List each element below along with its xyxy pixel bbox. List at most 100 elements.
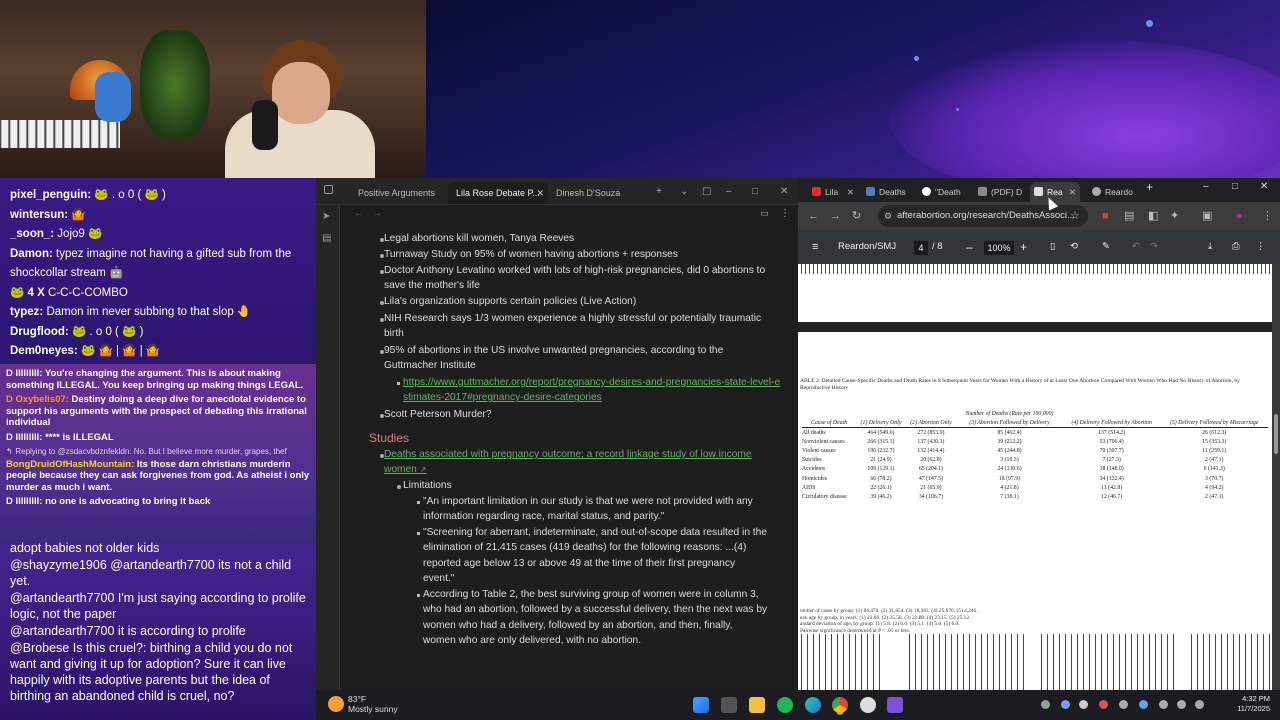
tray-icon[interactable] [1079,700,1088,709]
tray-icon[interactable] [1061,700,1070,709]
chat-message: D lllllllll: no one is advocating to bri… [6,496,310,508]
table-col-spacer [1160,410,1268,419]
tab-lila-rose-debate[interactable]: Lila Rose Debate P... ✕ [448,182,548,204]
chevron-down-icon[interactable]: ⌄ [680,178,688,205]
bullet-icon [397,485,401,489]
volume-icon[interactable] [1177,700,1186,709]
undo-icon[interactable]: ↶ [1132,230,1140,264]
extension-icon[interactable]: ■ [1102,202,1109,230]
hamburger-menu-icon[interactable]: ≡ [812,230,818,264]
close-window-icon[interactable]: ✕ [1260,181,1268,192]
weather-widget[interactable]: 83°F Mostly sunny [348,694,398,714]
app-icon[interactable] [860,697,876,713]
files-icon[interactable]: ▤ [322,233,331,244]
extension-icon[interactable]: ◧ [1148,202,1158,230]
minimize-icon[interactable]: – [726,178,732,205]
close-window-icon[interactable]: ✕ [780,178,788,205]
task-view-icon[interactable] [721,697,737,713]
quote-item: "Screening for aberrant, indeterminate, … [423,527,767,584]
note-list-item: NIH Research says 1/3 women experience a… [384,313,762,340]
download-icon[interactable]: ⤓ [1208,230,1212,264]
redo-icon[interactable]: ↷ [1150,230,1158,264]
guttmacher-link[interactable]: https://www.guttmacher.org/report/pregna… [403,375,783,406]
menu-icon[interactable]: ⋮ [1262,202,1273,230]
reply-icon: ↰ [6,447,13,456]
chat-message: @artandearth7700 it is according to prol… [10,623,308,639]
tray-icon[interactable] [1119,700,1128,709]
page-total: / 8 [932,241,943,252]
site-info-icon[interactable]: ⚙ [884,205,892,227]
wifi-icon[interactable] [1159,700,1168,709]
forward-arrow-icon[interactable]: → [830,202,841,230]
annotate-icon[interactable]: ✎ [1102,230,1110,264]
sidebar-toggle-icon[interactable] [324,185,333,194]
webcam-feed [0,0,426,178]
close-tab-icon[interactable]: ✕ [847,182,854,202]
chat-overlay: pixel_penguin: 🐸 . o 0 ( 🐸 ) wintersun: … [0,178,316,720]
edge-icon[interactable] [805,697,821,713]
pdf-scrollbar[interactable] [1272,264,1280,690]
browser-tab[interactable]: (PDF) D [974,182,1026,202]
bookmark-star-icon[interactable]: ☆ [1070,202,1080,230]
table-row: Circulatory disease 39 (46.2) 34 (106.7) 7 … [802,492,1268,501]
navigate-icon[interactable]: ➤ [322,211,330,222]
close-tab-icon[interactable]: ✕ [536,182,544,204]
tray-icon[interactable] [1099,700,1108,709]
tab-label: Reardo [1105,187,1133,197]
back-arrow-icon[interactable]: ← [808,202,819,230]
table-col-spacer [906,410,956,419]
chat-text: Damon im never subbing to that slop 🤚 [46,306,252,318]
fit-page-icon[interactable]: ▯ [1050,230,1055,264]
browser-tab[interactable]: Lila ✕ [808,182,858,202]
address-bar[interactable]: ⚙ afterabortion.org/research/DeathsAssoc… [878,205,1088,227]
avatar[interactable]: ● [1236,202,1243,230]
clock[interactable]: 4:32 PM 11/7/2025 [1237,694,1270,714]
maximize-icon[interactable]: □ [752,178,758,205]
note-list-item: Turnaway Study on 95% of women having ab… [384,249,678,260]
minimize-icon[interactable]: – [1203,181,1209,192]
obsidian-icon[interactable] [887,697,903,713]
study-link[interactable]: Deaths associated with pregnancy outcome… [384,447,759,478]
chat-message: pixel_penguin: 🐸 . o 0 ( 🐸 ) [10,186,308,206]
file-explorer-icon[interactable] [749,697,765,713]
reload-icon[interactable]: ↻ [852,202,861,230]
zoom-level-input[interactable]: 100% [984,241,1014,255]
tray-icon[interactable] [1041,700,1050,709]
browser-tab[interactable]: Deaths [862,182,914,202]
page-number-input[interactable]: 4 [914,241,928,255]
extension-icon[interactable]: ▤ [1124,202,1134,230]
scrollbar-thumb[interactable] [1274,414,1278,454]
table-cell: 53 (706.4) [1099,438,1124,445]
browser-tab[interactable]: "Death [918,182,970,202]
table-cell: Circulatory disease [802,493,847,500]
spotify-icon[interactable] [777,697,793,713]
zoom-in-icon[interactable]: + [1020,230,1027,264]
tab-search-icon[interactable]: ▣ [1202,202,1212,230]
pdf-viewer[interactable]: ABLE 2. Detailed Cause-Specific Deaths a… [798,264,1280,690]
back-arrow-icon[interactable]: ← [354,208,364,219]
table-cell: All deaths [802,429,826,436]
more-options-icon[interactable]: ⋮ [1256,230,1266,264]
chat-text: 🐸 . o 0 ( 🐸 ) [71,325,144,338]
tab-positive-arguments[interactable]: Positive Arguments [350,182,446,204]
zoom-out-icon[interactable]: – [966,230,973,264]
reading-mode-icon[interactable]: ▭ [760,208,769,219]
more-options-icon[interactable]: ⋮ [780,208,790,219]
browser-tab[interactable]: Reardo [1088,182,1146,202]
chat-text: shockcollar stream 🤖 [10,267,124,279]
table-cell: 34 (106.7) [918,493,944,500]
maximize-icon[interactable]: □ [1232,181,1238,192]
layout-icon[interactable]: ▢ [702,178,711,205]
forward-arrow-icon[interactable]: → [372,208,382,219]
rotate-icon[interactable]: ⟲ [1070,230,1078,264]
chrome-icon[interactable] [832,697,848,713]
battery-icon[interactable] [1195,700,1204,709]
tab-dinesh-dsouza[interactable]: Dinesh D'Souza [548,182,648,204]
close-tab-icon[interactable]: ✕ [1069,182,1076,202]
start-windows-icon[interactable] [693,697,709,713]
tray-icon[interactable] [1139,700,1148,709]
print-icon[interactable]: ⎙ [1232,230,1240,264]
new-tab-icon[interactable]: + [656,178,662,205]
new-tab-icon[interactable]: + [1146,180,1153,194]
extensions-puzzle-icon[interactable]: ✦ [1170,202,1179,230]
